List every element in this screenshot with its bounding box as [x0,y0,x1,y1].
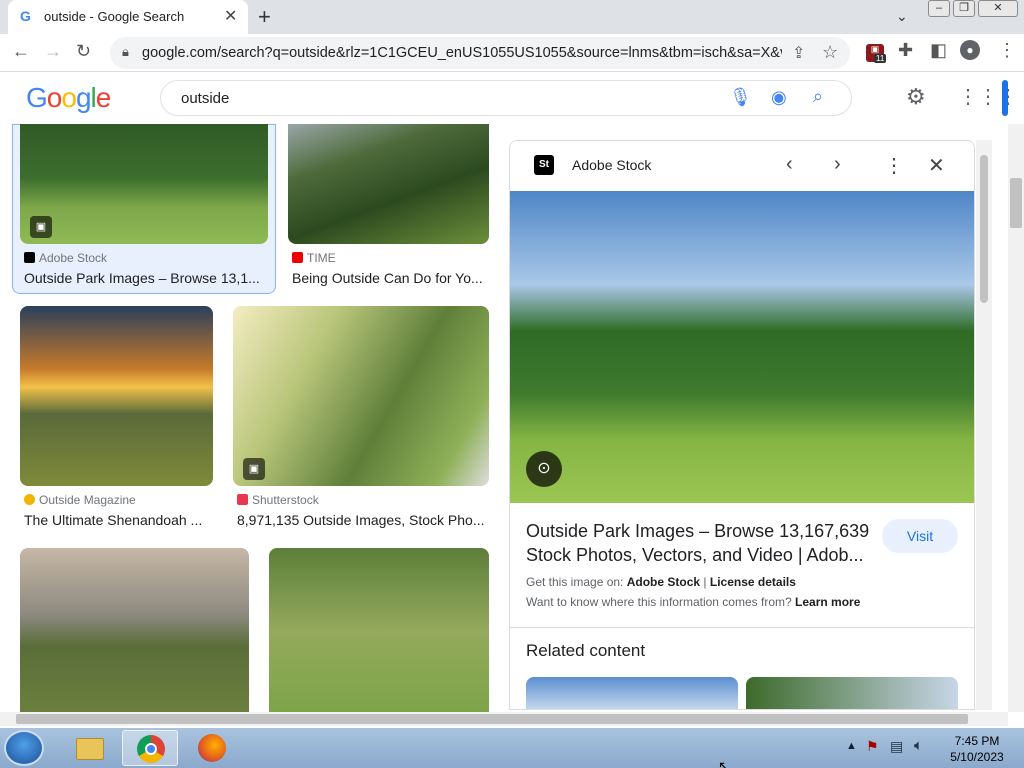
tab-strip: G outside - Google Search ✕ + ⌄ – ❐ ✕ [0,0,1024,34]
result-source: Adobe Stock [39,251,108,265]
result-caption[interactable]: Being Outside Can Do for Yo... [292,270,488,286]
network-icon[interactable]: ▤ [890,738,903,755]
google-logo[interactable]: Google [26,82,111,114]
start-button[interactable] [4,730,44,766]
file-explorer-icon[interactable] [62,730,118,766]
extension-badge: 11 [874,54,887,63]
result-image[interactable] [233,306,489,486]
next-arrow-icon[interactable]: › [834,153,841,176]
result-image[interactable] [288,124,489,244]
clock-time: 7:45 PM [954,734,1000,748]
panel-scrollbar-thumb[interactable] [980,155,988,303]
learn-more-link[interactable]: Learn more [795,595,860,609]
search-box[interactable]: outside 🎙︎ ◉ ⌕ [160,80,852,116]
extensions-puzzle-icon[interactable]: ✚ [898,40,913,61]
search-icon[interactable]: ⌕ [813,86,823,107]
tab-search-chevron-icon[interactable]: ⌄ [896,8,908,25]
restore-button[interactable]: ❐ [953,0,975,17]
image-preview-panel: St Adobe Stock ‹ › ⋮ ✕ ⊙ Outside Park Im… [509,140,975,710]
divider [510,627,974,628]
adobe-stock-favicon-icon [24,252,35,263]
reload-icon[interactable]: ↻ [76,41,91,62]
minimize-button[interactable]: – [928,0,950,17]
more-options-icon[interactable]: ⋮ [884,153,904,178]
new-tab-button[interactable]: + [258,4,271,30]
extension-icon[interactable]: ▣ 11 [866,44,887,63]
result-image[interactable] [269,548,489,712]
related-image[interactable] [526,677,738,709]
result-caption[interactable]: 8,971,135 Outside Images, Stock Pho... [237,512,487,528]
horizontal-scrollbar-thumb[interactable] [16,714,968,724]
preview-source-name[interactable]: Adobe Stock [572,157,651,173]
show-hidden-icons-icon[interactable]: ▲ [846,740,857,752]
side-panel-icon[interactable]: ◧ [930,40,947,61]
chrome-taskbar-icon[interactable] [122,730,178,766]
profile-avatar-icon[interactable]: ● [960,40,980,60]
info-source-label: Want to know where this information come… [526,595,792,609]
outside-magazine-favicon-icon [24,494,35,505]
shutterstock-favicon-icon [237,494,248,505]
result-image[interactable] [20,306,213,486]
volume-speaker-icon[interactable]: 🔈︎ [914,737,923,754]
result-source: Shutterstock [252,493,319,507]
result-caption[interactable]: Outside Park Images – Browse 13,1... [24,270,264,286]
image-badge-icon: ▣ [243,458,265,480]
forward-arrow-icon[interactable]: → [44,41,62,62]
firefox-icon[interactable] [184,730,240,766]
get-image-label: Get this image on: [526,575,624,589]
result-source: Outside Magazine [39,493,136,507]
result-image[interactable] [20,124,268,244]
clock-date: 5/10/2023 [950,750,1004,764]
action-center-flag-icon[interactable]: ⚑ [866,738,879,755]
active-tab[interactable]: G outside - Google Search ✕ [8,0,248,34]
info-source-line: Want to know where this information come… [526,595,860,609]
get-image-source-link[interactable]: Adobe Stock [627,575,700,589]
google-header: Google outside 🎙︎ ◉ ⌕ ⚙ ⋮⋮⋮ [0,72,1024,124]
apps-grid-icon[interactable]: ⋮⋮⋮ [958,84,1018,109]
settings-gear-icon[interactable]: ⚙ [906,84,926,110]
close-tab-icon[interactable]: ✕ [224,6,237,26]
time-favicon-icon [292,252,303,263]
separator: | [703,575,707,589]
result-source: TIME [307,251,336,265]
visit-button[interactable]: Visit [882,519,958,553]
preview-image[interactable] [510,191,974,503]
previous-arrow-icon[interactable]: ‹ [786,153,793,176]
lens-search-icon[interactable]: ⊙ [526,451,562,487]
search-input[interactable]: outside [181,90,229,107]
google-favicon-icon: G [20,8,31,24]
related-content-heading: Related content [526,641,646,660]
related-image[interactable] [746,677,958,709]
preview-title[interactable]: Outside Park Images – Browse 13,167,639 … [526,519,876,567]
taskbar-clock[interactable]: 7:45 PM 5/10/2023 [940,733,1014,765]
url-text[interactable]: google.com/search?q=outside&rlz=1C1GCEU_… [142,45,782,61]
page-scrollbar-thumb[interactable] [1010,178,1022,228]
tab-title: outside - Google Search [44,9,185,24]
result-image[interactable] [20,548,249,712]
close-preview-icon[interactable]: ✕ [928,153,945,178]
microphone-icon[interactable]: 🎙︎ [729,87,752,108]
close-window-button[interactable]: ✕ [978,0,1018,17]
bookmark-star-icon[interactable]: ☆ [822,42,838,63]
license-details-link[interactable]: License details [710,575,796,589]
sign-in-button[interactable] [1002,80,1008,116]
back-arrow-icon[interactable]: ← [12,41,30,62]
result-caption[interactable]: The Ultimate Shenandoah ... [24,512,214,528]
get-image-line: Get this image on: Adobe Stock | License… [526,575,796,589]
image-badge-icon: ▣ [30,216,52,238]
adobe-stock-logo-icon: St [534,155,554,175]
lock-icon[interactable]: 🔒︎ [122,44,129,60]
mouse-cursor-icon: ↖ [718,758,730,768]
share-icon[interactable]: ⇪ [792,43,805,63]
address-bar[interactable]: 🔒︎ google.com/search?q=outside&rlz=1C1GC… [110,37,850,69]
camera-lens-icon[interactable]: ◉ [771,87,787,108]
chrome-menu-icon[interactable]: ⋮ [998,40,1016,61]
